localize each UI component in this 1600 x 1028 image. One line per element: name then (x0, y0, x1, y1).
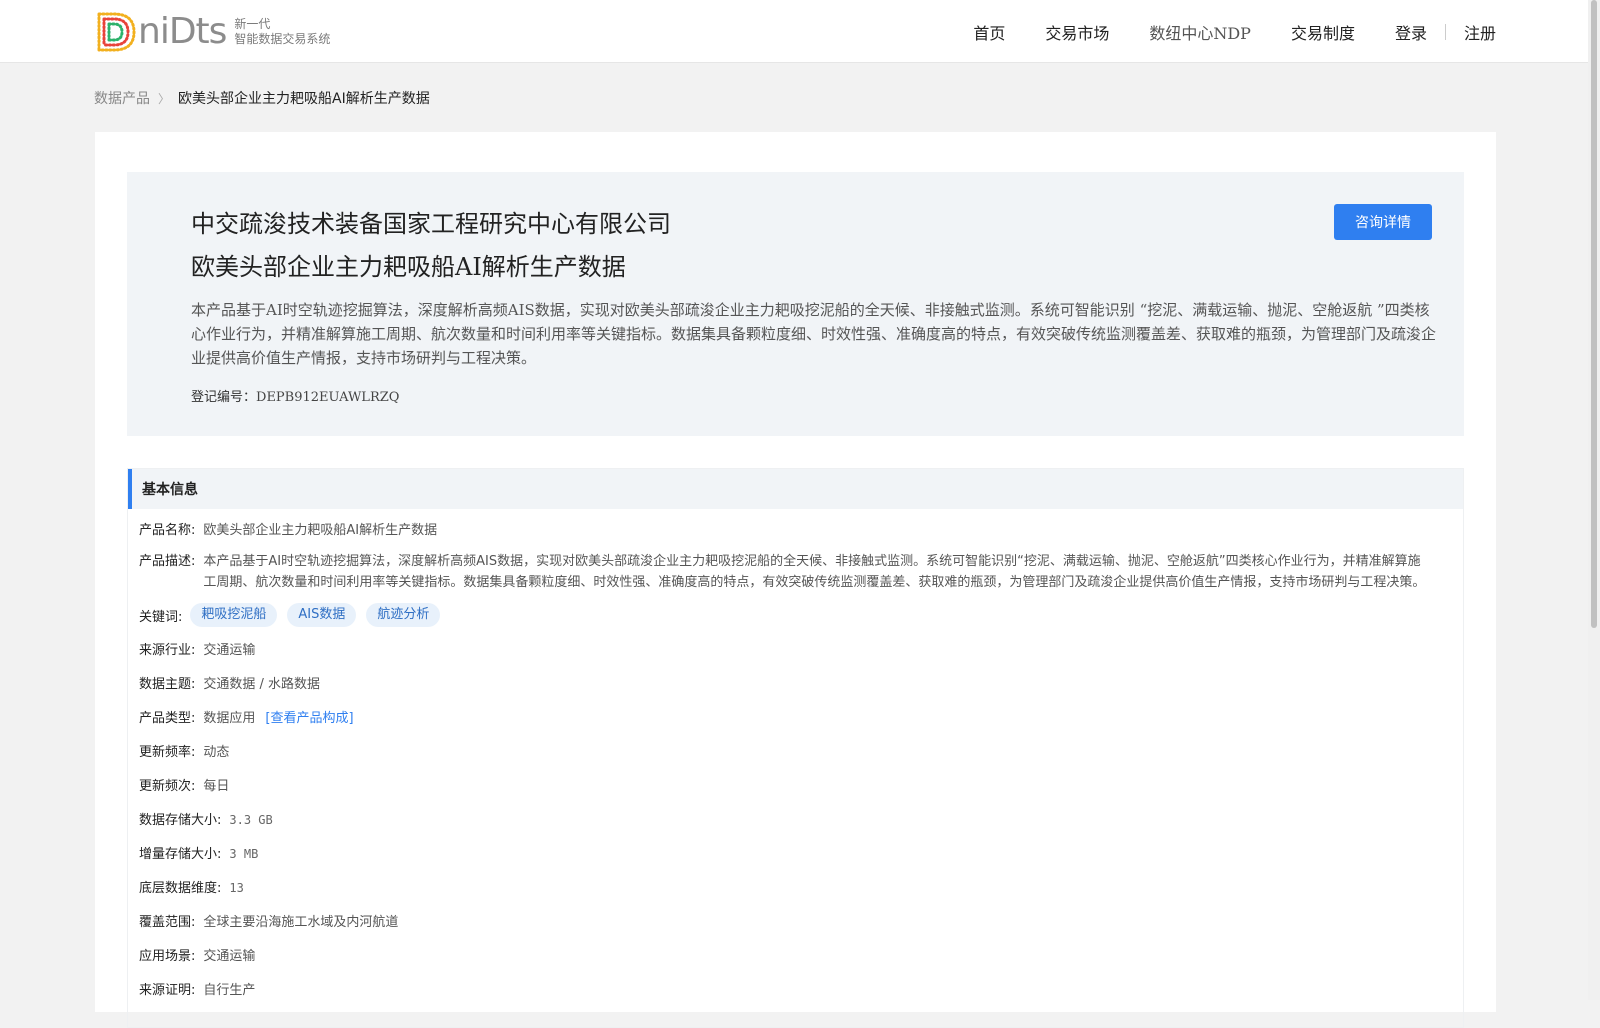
info-row-scenario: 应用场景: 交通运输 (139, 945, 1449, 964)
keyword-tags: 耙吸挖泥船 AIS数据 航迹分析 (190, 603, 450, 627)
logo-tagline-2: 智能数据交易系统 (234, 32, 331, 46)
info-label: 产品名称: (139, 523, 196, 538)
info-row-update-frequency: 更新频率: 动态 (139, 741, 1449, 760)
page-scrollbar[interactable] (1588, 0, 1600, 1000)
info-row-coverage: 覆盖范围: 全球主要沿海施工水域及内河航道 (139, 911, 1449, 930)
product-detail-card: 中交疏浚技术装备国家工程研究中心有限公司 欧美头部企业主力耙吸船AI解析生产数据… (95, 132, 1496, 1028)
product-hero: 中交疏浚技术装备国家工程研究中心有限公司 欧美头部企业主力耙吸船AI解析生产数据… (127, 172, 1464, 436)
registration-code: DEPB912EUAWLRZQ (256, 390, 400, 405)
info-row-update-cadence: 更新频次: 每日 (139, 775, 1449, 794)
info-row-description: 产品描述: 本产品基于AI时空轨迹挖掘算法，深度解析高频AIS数据，实现对欧美头… (139, 551, 1449, 593)
chevron-right-icon: 〉 (158, 91, 171, 106)
info-label: 产品类型: (139, 711, 196, 726)
info-value: 交通数据 / 水路数据 (203, 677, 321, 692)
info-value: 每日 (203, 779, 230, 794)
basic-info-section: 基本信息 产品名称: 欧美头部企业主力耙吸船AI解析生产数据 产品描述: 本产品… (127, 468, 1464, 1028)
info-row-source-proof: 来源证明: 自行生产 (139, 979, 1449, 998)
consult-details-button[interactable]: 咨询详情 (1334, 204, 1432, 240)
info-value: 数据应用 (203, 711, 256, 726)
info-value: 动态 (203, 745, 230, 760)
info-label: 来源证明: (139, 983, 196, 998)
info-row-type: 产品类型: 数据应用 [查看产品构成] (139, 707, 1449, 726)
nav-rules[interactable]: 交易制度 (1291, 20, 1355, 44)
auth-divider (1444, 23, 1446, 40)
info-value: 3 MB (229, 847, 259, 861)
registration-number: 登记编号：DEPB912EUAWLRZQ (191, 386, 399, 405)
info-value: 13 (229, 881, 244, 895)
info-label: 覆盖范围: (139, 915, 196, 930)
main-nav: 首页 交易市场 数纽中心NDP 交易制度 登录 注册 (933, 0, 1496, 63)
info-label: 应用场景: (139, 949, 196, 964)
logo-d-mark-icon (97, 12, 136, 52)
info-value: 本产品基于AI时空轨迹挖掘算法，深度解析高频AIS数据，实现对欧美头部疏浚企业主… (203, 554, 1426, 590)
info-value: 3.3 GB (229, 813, 273, 827)
site-logo[interactable]: niDts 新一代 智能数据交易系统 (94, 10, 330, 54)
info-label: 数据主题: (139, 677, 196, 692)
info-label: 产品描述: (139, 554, 196, 569)
info-label: 增量存储大小: (139, 847, 222, 862)
info-label: 更新频率: (139, 745, 196, 760)
keyword-tag[interactable]: AIS数据 (287, 603, 357, 627)
section-title: 基本信息 (128, 469, 1463, 509)
info-value: 交通运输 (203, 643, 256, 658)
breadcrumb-data-products[interactable]: 数据产品 (94, 88, 150, 108)
breadcrumb-current: 欧美头部企业主力耙吸船AI解析生产数据 (178, 91, 430, 107)
info-value: 欧美头部企业主力耙吸船AI解析生产数据 (203, 523, 438, 538)
provider-name: 中交疏浚技术装备国家工程研究中心有限公司 (191, 210, 671, 238)
auth-links: 登录 注册 (1395, 20, 1496, 44)
info-row-product-name: 产品名称: 欧美头部企业主力耙吸船AI解析生产数据 (139, 519, 1449, 538)
login-link[interactable]: 登录 (1395, 20, 1427, 44)
info-value: 交通运输 (203, 949, 256, 964)
info-value: 自行生产 (203, 983, 256, 998)
register-link[interactable]: 注册 (1464, 20, 1496, 44)
top-navigation-bar: niDts 新一代 智能数据交易系统 首页 交易市场 数纽中心NDP 交易制度 … (0, 0, 1600, 63)
info-row-theme: 数据主题: 交通数据 / 水路数据 (139, 673, 1449, 692)
logo-tagline: 新一代 智能数据交易系统 (234, 17, 330, 47)
scrollbar-thumb[interactable] (1591, 0, 1597, 628)
product-title: 欧美头部企业主力耙吸船AI解析生产数据 (191, 253, 626, 281)
info-label: 底层数据维度: (139, 881, 222, 896)
nav-market[interactable]: 交易市场 (1045, 20, 1109, 44)
info-row-keywords: 关键词: 耙吸挖泥船 AIS数据 航迹分析 (139, 603, 1449, 627)
info-label: 来源行业: (139, 643, 196, 658)
nav-ndp[interactable]: 数纽中心NDP (1149, 20, 1251, 44)
logo-tagline-1: 新一代 (234, 17, 271, 31)
info-row-incremental-size: 增量存储大小: 3 MB (139, 843, 1449, 862)
info-label: 关键词: (139, 609, 183, 625)
keyword-tag[interactable]: 耙吸挖泥船 (190, 603, 278, 627)
info-row-storage-size: 数据存储大小: 3.3 GB (139, 809, 1449, 828)
breadcrumb: 数据产品 〉 欧美头部企业主力耙吸船AI解析生产数据 (94, 88, 430, 108)
info-list: 产品名称: 欧美头部企业主力耙吸船AI解析生产数据 产品描述: 本产品基于AI时… (139, 509, 1449, 998)
info-label: 数据存储大小: (139, 813, 222, 828)
info-row-dimensions: 底层数据维度: 13 (139, 877, 1449, 896)
registration-label: 登记编号： (191, 390, 257, 405)
product-summary: 本产品基于AI时空轨迹挖掘算法，深度解析高频AIS数据，实现对欧美头部疏浚企业主… (191, 301, 1437, 367)
keyword-tag[interactable]: 航迹分析 (366, 603, 441, 627)
info-label: 更新频次: (139, 779, 196, 794)
info-value: 全球主要沿海施工水域及内河航道 (203, 915, 399, 930)
nav-home[interactable]: 首页 (973, 20, 1005, 44)
logo-wordmark: niDts (138, 11, 227, 52)
info-row-industry: 来源行业: 交通运输 (139, 639, 1449, 658)
view-composition-link[interactable]: [查看产品构成] (265, 707, 353, 726)
